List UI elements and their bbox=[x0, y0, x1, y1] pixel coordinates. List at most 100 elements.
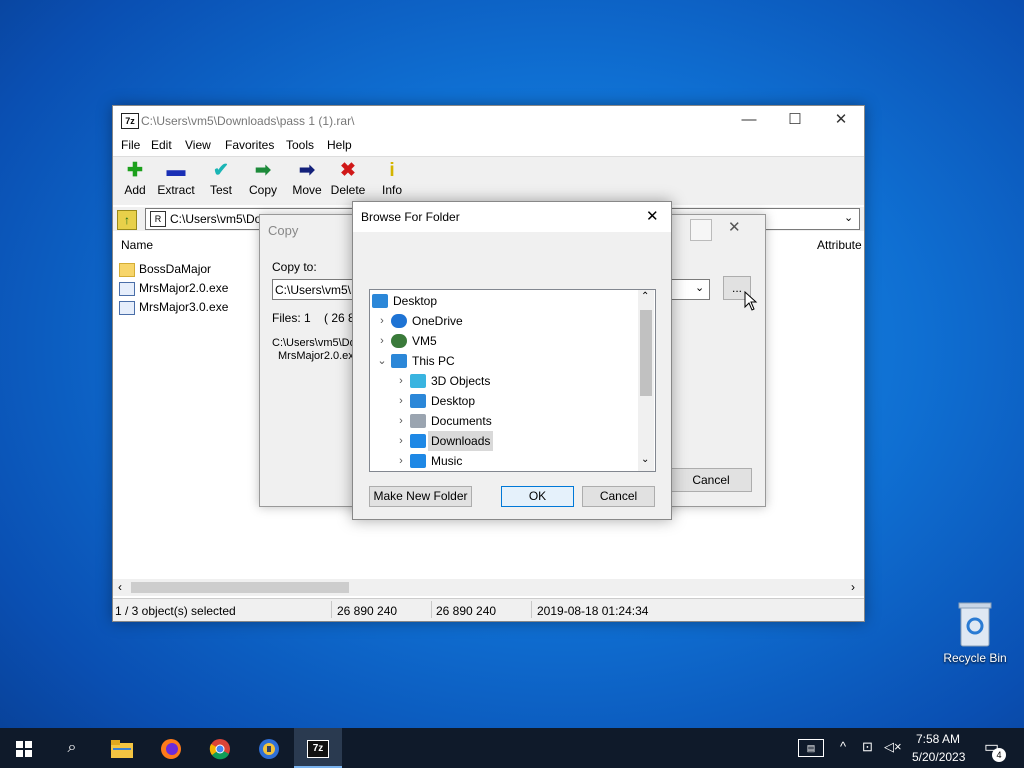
info-button[interactable]: i Info bbox=[370, 159, 414, 197]
7zip-icon: 7z bbox=[307, 739, 329, 758]
column-attributes[interactable]: Attribute bbox=[817, 238, 862, 252]
menu-file[interactable]: File bbox=[121, 138, 140, 152]
status-bar: 1 / 3 object(s) selected 26 890 240 26 8… bbox=[113, 598, 864, 621]
exe-icon bbox=[119, 281, 135, 296]
move-button[interactable]: ➡ Move bbox=[285, 159, 329, 197]
tree-item-label: Desktop bbox=[393, 294, 438, 308]
cancel-button[interactable]: Cancel bbox=[582, 486, 655, 507]
tree-item[interactable]: › Desktop bbox=[370, 391, 636, 411]
minus-icon: ▬ bbox=[166, 160, 186, 181]
window-title: C:\Users\vm5\Downloads\pass 1 (1).rar\ bbox=[141, 114, 355, 128]
chevron-down-icon[interactable]: ⌄ bbox=[377, 351, 387, 371]
status-size: 26 890 240 bbox=[337, 604, 398, 618]
music-icon bbox=[410, 454, 426, 468]
horizontal-scrollbar[interactable]: ‹ › bbox=[113, 579, 864, 596]
menu-favorites[interactable]: Favorites bbox=[225, 138, 274, 152]
menu-bar: File Edit View Favorites Tools Help bbox=[113, 136, 864, 156]
extract-button[interactable]: ▬ Extract bbox=[154, 159, 198, 197]
tree-item[interactable]: › OneDrive bbox=[370, 311, 636, 331]
volume-muted-icon[interactable]: ◁× bbox=[884, 739, 902, 755]
task-view-icon[interactable]: ▤ bbox=[798, 739, 824, 757]
toolbar-label: Test bbox=[209, 183, 232, 197]
chevron-right-icon[interactable]: › bbox=[396, 451, 406, 471]
move-arrow-icon: ➡ bbox=[299, 160, 315, 181]
chevron-down-icon[interactable]: ⌄ bbox=[844, 211, 853, 224]
recycle-bin-label: Recycle Bin bbox=[943, 651, 1007, 665]
chevron-right-icon[interactable]: › bbox=[377, 311, 387, 331]
tree-item-label: This PC bbox=[412, 354, 455, 368]
chevron-down-icon[interactable]: ⌄ bbox=[641, 454, 649, 465]
cloud-icon bbox=[391, 314, 407, 328]
tree-item[interactable]: › VM5 bbox=[370, 331, 636, 351]
chevron-right-icon[interactable]: › bbox=[396, 371, 406, 391]
firefox-icon[interactable] bbox=[147, 728, 195, 768]
chevron-right-icon[interactable]: › bbox=[396, 391, 406, 411]
cancel-button[interactable]: Cancel bbox=[670, 468, 752, 492]
check-icon: ✔ bbox=[213, 160, 229, 181]
clock-time[interactable]: 7:58 AM bbox=[916, 732, 960, 746]
copy-dialog-title: Copy bbox=[268, 223, 299, 238]
chevron-up-icon[interactable]: ⌃ bbox=[641, 291, 649, 302]
tree-item[interactable]: › Documents bbox=[370, 411, 636, 431]
network-icon[interactable]: ⊡ bbox=[862, 739, 873, 755]
recycle-bin-shortcut[interactable]: Recycle Bin bbox=[940, 600, 1010, 665]
tree-item[interactable]: › Downloads bbox=[370, 431, 636, 451]
status-modified: 2019-08-18 01:24:34 bbox=[537, 604, 649, 618]
chevron-right-icon[interactable]: › bbox=[396, 431, 406, 451]
close-button[interactable]: ✕ bbox=[818, 106, 864, 136]
up-folder-icon[interactable]: ↑ bbox=[117, 210, 137, 230]
tree-item-label: 3D Objects bbox=[431, 374, 491, 388]
close-icon[interactable]: ✕ bbox=[646, 207, 659, 225]
clock-date[interactable]: 5/20/2023 bbox=[912, 750, 965, 764]
maximize-button[interactable] bbox=[690, 219, 712, 241]
toolbar-label: Move bbox=[292, 183, 322, 197]
scroll-thumb[interactable] bbox=[131, 582, 349, 593]
make-new-folder-button[interactable]: Make New Folder bbox=[369, 486, 472, 507]
menu-help[interactable]: Help bbox=[327, 138, 352, 152]
close-icon[interactable]: ✕ bbox=[728, 218, 741, 236]
toolbar-label: Extract bbox=[157, 183, 195, 197]
browser-icon[interactable] bbox=[245, 728, 293, 768]
ok-button[interactable]: OK bbox=[501, 486, 574, 507]
scroll-thumb[interactable] bbox=[640, 310, 652, 396]
toolbar-label: Copy bbox=[248, 183, 277, 197]
list-item[interactable]: MrsMajor2.0.exe bbox=[119, 281, 228, 300]
title-bar[interactable]: 7z C:\Users\vm5\Downloads\pass 1 (1).rar… bbox=[113, 106, 864, 136]
maximize-button[interactable]: ☐ bbox=[772, 106, 818, 136]
status-packed: 26 890 240 bbox=[436, 604, 497, 618]
toolbar: ✚ Add ▬ Extract ✔ Test ➡ Copy ➡ Move ✖ Delete i Info bbox=[113, 156, 864, 205]
test-button[interactable]: ✔ Test bbox=[199, 159, 243, 197]
menu-edit[interactable]: Edit bbox=[151, 138, 172, 152]
cube-icon bbox=[410, 374, 426, 388]
add-button[interactable]: ✚ Add bbox=[113, 159, 157, 197]
tree-item[interactable]: Desktop bbox=[370, 291, 636, 311]
scroll-right-icon[interactable]: › bbox=[851, 580, 855, 594]
copy-to-label: Copy to: bbox=[272, 260, 317, 274]
title-bar[interactable]: Browse For Folder ✕ bbox=[353, 202, 671, 232]
minimize-button[interactable]: — bbox=[726, 106, 772, 136]
delete-button[interactable]: ✖ Delete bbox=[326, 159, 370, 197]
status-selected: 1 / 3 object(s) selected bbox=[115, 604, 236, 618]
chevron-down-icon[interactable]: ⌄ bbox=[695, 281, 704, 294]
file-explorer-icon[interactable] bbox=[98, 728, 146, 768]
archive-icon: R bbox=[150, 211, 166, 227]
7zip-taskbar-button[interactable]: 7z bbox=[294, 728, 342, 768]
column-name[interactable]: Name bbox=[121, 238, 153, 252]
menu-view[interactable]: View bbox=[185, 138, 211, 152]
tree-item[interactable]: › Music bbox=[370, 451, 636, 471]
tree-item[interactable]: › 3D Objects bbox=[370, 371, 636, 391]
vertical-scrollbar[interactable]: ⌃ ⌄ bbox=[638, 290, 654, 471]
scroll-left-icon[interactable]: ‹ bbox=[118, 580, 122, 594]
copy-button[interactable]: ➡ Copy bbox=[241, 159, 285, 197]
chevron-right-icon[interactable]: › bbox=[396, 411, 406, 431]
chevron-right-icon[interactable]: › bbox=[377, 331, 387, 351]
menu-tools[interactable]: Tools bbox=[286, 138, 314, 152]
list-item[interactable]: BossDaMajor bbox=[119, 262, 211, 281]
start-button[interactable] bbox=[0, 728, 48, 768]
list-item[interactable]: MrsMajor3.0.exe bbox=[119, 300, 228, 319]
chrome-icon[interactable] bbox=[196, 728, 244, 768]
chevron-up-icon[interactable]: ^ bbox=[840, 739, 846, 754]
search-icon[interactable]: ⌕ bbox=[48, 728, 96, 768]
document-icon bbox=[410, 414, 426, 428]
tree-item[interactable]: ⌄ This PC bbox=[370, 351, 636, 371]
